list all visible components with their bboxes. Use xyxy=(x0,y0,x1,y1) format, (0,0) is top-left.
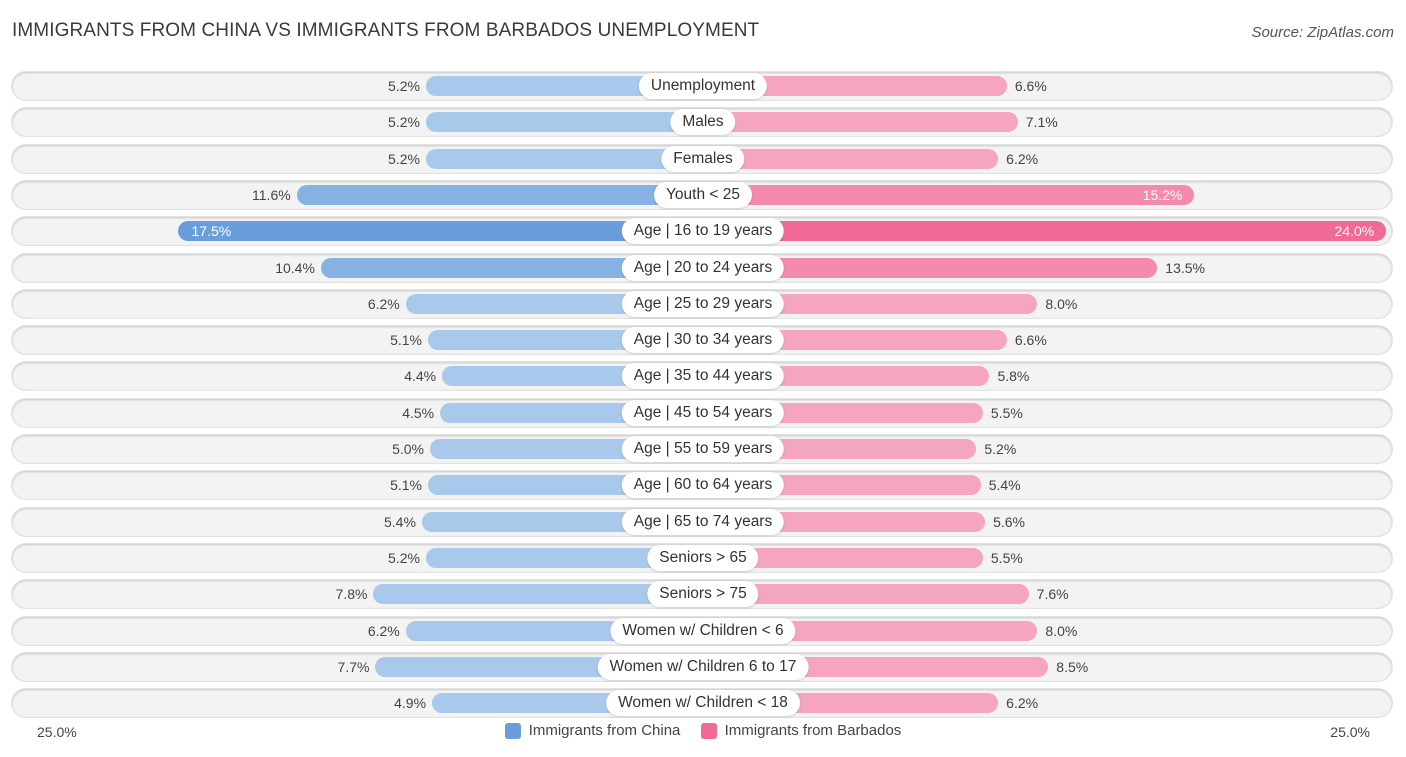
value-label-barbados: 6.2% xyxy=(1006,150,1039,167)
category-label: Age | 25 to 29 years xyxy=(621,290,785,317)
value-label-barbados: 7.1% xyxy=(1025,114,1058,131)
chart-container: IMMIGRANTS FROM CHINA VS IMMIGRANTS FROM… xyxy=(0,0,1406,757)
bar-row: 5.2% 7.1% Males xyxy=(12,108,1392,137)
legend-label-china: Immigrants from China xyxy=(528,722,681,739)
bar-row: 5.1% 5.4% Age | 60 to 64 years xyxy=(12,471,1392,500)
value-label-china: 6.2% xyxy=(367,295,400,312)
category-label: Age | 30 to 34 years xyxy=(621,327,785,354)
value-label-barbados: 8.0% xyxy=(1045,295,1078,312)
value-label-china: 6.2% xyxy=(367,622,400,639)
value-label-barbados: 5.8% xyxy=(997,368,1030,385)
value-label-barbados: 6.6% xyxy=(1014,332,1047,349)
value-label-barbados: 15.2% xyxy=(1142,186,1183,203)
legend-item-barbados[interactable]: Immigrants from Barbados xyxy=(700,722,902,739)
category-label: Age | 20 to 24 years xyxy=(621,254,785,281)
category-label: Women w/ Children < 6 xyxy=(610,617,796,644)
category-label: Unemployment xyxy=(638,73,768,99)
value-label-china: 5.2% xyxy=(388,150,420,167)
value-label-barbados: 6.6% xyxy=(1014,78,1047,94)
bar-row: 5.0% 5.2% Age | 55 to 59 years xyxy=(12,435,1392,463)
category-label: Females xyxy=(661,145,745,172)
bar-barbados[interactable] xyxy=(703,221,1387,242)
value-label-barbados: 6.2% xyxy=(1006,695,1039,712)
value-label-barbados: 5.2% xyxy=(984,441,1017,457)
bar-barbados[interactable] xyxy=(703,112,1018,133)
value-label-barbados: 5.6% xyxy=(993,513,1025,530)
value-label-china: 5.2% xyxy=(388,78,420,94)
category-label: Age | 45 to 54 years xyxy=(621,399,785,426)
bar-row: 4.4% 5.8% Age | 35 to 44 years xyxy=(12,362,1392,391)
bar-china[interactable] xyxy=(296,184,703,205)
value-label-china: 5.4% xyxy=(384,513,416,530)
bar-row: 5.2% 6.6% Unemployment xyxy=(12,72,1392,100)
category-label: Age | 65 to 74 years xyxy=(621,508,785,535)
value-label-china: 7.8% xyxy=(335,586,368,603)
bar-row: 11.6% 15.2% Youth < 25 xyxy=(12,180,1392,209)
bar-row: 10.4% 13.5% Age | 20 to 24 years xyxy=(12,253,1392,282)
value-label-china: 4.9% xyxy=(394,695,427,712)
value-label-barbados: 8.5% xyxy=(1056,658,1089,675)
value-label-china: 5.2% xyxy=(388,549,420,566)
legend-item-china[interactable]: Immigrants from China xyxy=(504,722,681,739)
value-label-barbados: 13.5% xyxy=(1165,259,1205,276)
value-label-china: 4.4% xyxy=(404,368,437,385)
bar-row: 17.5% 24.0% Age | 16 to 19 years xyxy=(12,217,1392,246)
category-label: Age | 16 to 19 years xyxy=(621,218,785,245)
category-label: Males xyxy=(670,109,736,136)
value-label-china: 11.6% xyxy=(252,186,291,203)
value-label-barbados: 7.6% xyxy=(1036,586,1069,603)
bar-row: 4.5% 5.5% Age | 45 to 54 years xyxy=(12,398,1392,427)
value-label-china: 5.2% xyxy=(388,114,420,131)
bar-row: 5.2% 6.2% Females xyxy=(12,144,1392,173)
category-label: Youth < 25 xyxy=(654,181,752,208)
bar-row: 4.9% 6.2% Women w/ Children < 18 xyxy=(12,689,1392,718)
bar-row: 5.1% 6.6% Age | 30 to 34 years xyxy=(12,326,1392,355)
bar-china[interactable] xyxy=(425,112,703,133)
legend-swatch-china xyxy=(504,722,521,739)
chart-title: IMMIGRANTS FROM CHINA VS IMMIGRANTS FROM… xyxy=(12,20,760,41)
source-label: Source: ZipAtlas.com xyxy=(1251,24,1394,41)
value-label-barbados: 5.5% xyxy=(990,404,1023,421)
value-label-china: 17.5% xyxy=(191,223,232,240)
bar-row: 6.2% 8.0% Women w/ Children < 6 xyxy=(12,616,1392,645)
legend-swatch-barbados xyxy=(700,722,717,739)
category-label: Women w/ Children 6 to 17 xyxy=(597,653,809,680)
bar-barbados[interactable] xyxy=(703,184,1195,205)
value-label-china: 5.1% xyxy=(390,332,422,349)
bar-row: 6.2% 8.0% Age | 25 to 29 years xyxy=(12,289,1392,318)
legend: Immigrants from China Immigrants from Ba… xyxy=(0,722,1406,743)
value-label-barbados: 8.0% xyxy=(1045,622,1078,639)
value-label-china: 5.0% xyxy=(392,441,424,457)
value-label-china: 4.5% xyxy=(402,404,435,421)
bar-row: 7.8% 7.6% Seniors > 75 xyxy=(12,580,1392,609)
category-label: Seniors > 65 xyxy=(647,544,759,571)
value-label-barbados: 5.5% xyxy=(990,549,1023,566)
bar-row: 5.4% 5.6% Age | 65 to 74 years xyxy=(12,507,1392,536)
category-label: Women w/ Children < 18 xyxy=(606,690,800,717)
category-label: Age | 60 to 64 years xyxy=(621,472,785,499)
value-label-barbados: 24.0% xyxy=(1334,223,1375,240)
value-label-china: 7.7% xyxy=(337,658,370,675)
value-label-china: 10.4% xyxy=(275,259,315,276)
value-label-china: 5.1% xyxy=(390,477,422,494)
category-label: Seniors > 75 xyxy=(647,581,759,608)
value-label-barbados: 5.4% xyxy=(988,477,1021,494)
category-label: Age | 35 to 44 years xyxy=(621,363,785,390)
bar-barbados[interactable] xyxy=(703,148,999,169)
category-label: Age | 55 to 59 years xyxy=(621,436,785,462)
legend-label-barbados: Immigrants from Barbados xyxy=(724,722,902,739)
bar-row: 5.2% 5.5% Seniors > 65 xyxy=(12,543,1392,572)
bar-row: 7.7% 8.5% Women w/ Children 6 to 17 xyxy=(12,652,1392,681)
